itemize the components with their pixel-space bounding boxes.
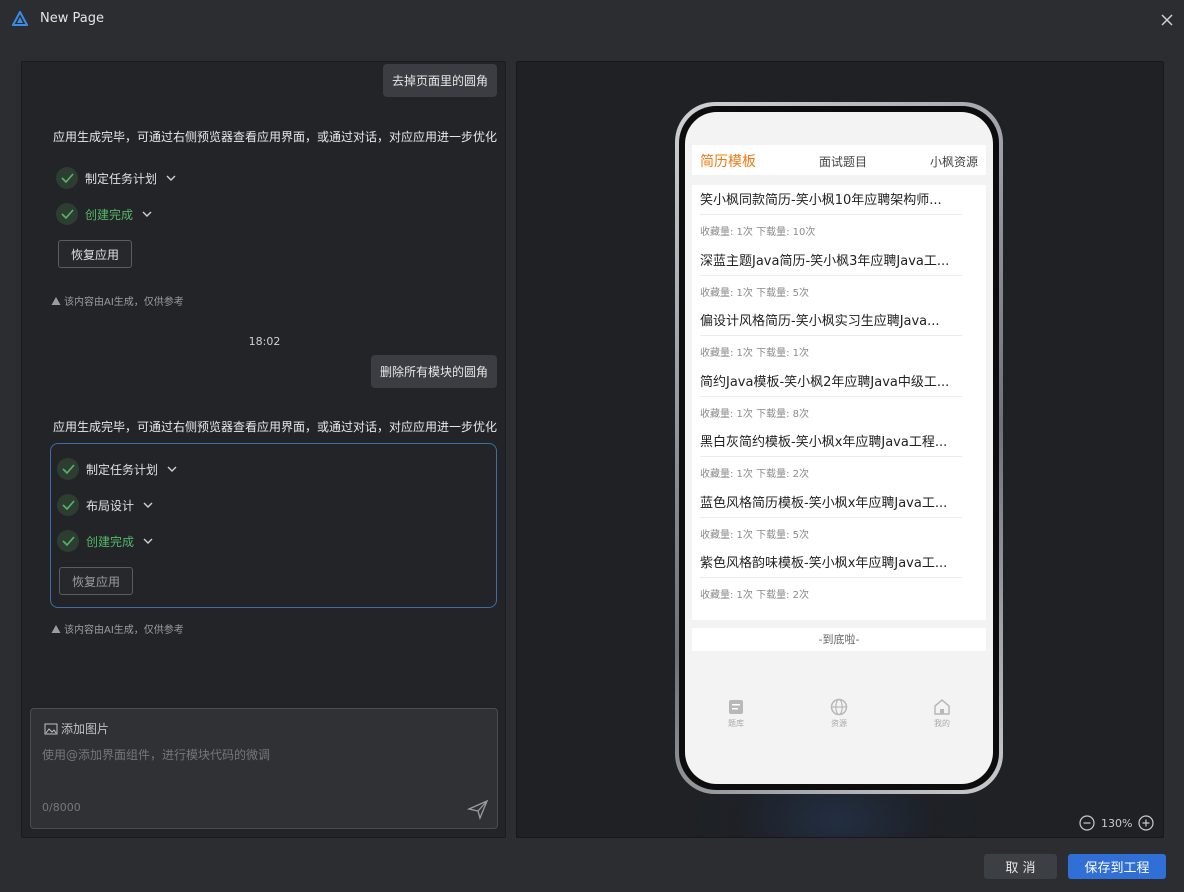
step-plan[interactable]: 制定任务计划 [56,164,177,192]
step-label: 制定任务计划 [85,171,158,186]
item-meta: 收藏量: 1次 下载量: 2次 [700,469,809,480]
check-icon [56,203,78,225]
item-meta: 收藏量: 1次 下载量: 2次 [700,590,809,601]
item-meta: 收藏量: 1次 下载量: 5次 [700,530,809,541]
list-item[interactable]: 笑小枫同款简历-笑小枫10年应聘架构师... 收藏量: 1次 下载量: 10次 [700,187,962,238]
tab-resources[interactable]: 小枫资源 [930,153,978,170]
app-logo-icon [12,11,28,26]
ai-message: 应用生成完毕，可通过右侧预览器查看应用界面，或通过对话，对应应用进一步优化 [53,420,498,434]
item-meta: 收藏量: 1次 下载量: 5次 [700,288,809,299]
zoom-control: 130% [1079,815,1155,831]
end-of-list: -到底啦- [692,628,986,651]
chevron-down-icon[interactable] [165,172,177,184]
item-meta: 收藏量: 1次 下载量: 10次 [700,227,816,238]
step-plan[interactable]: 制定任务计划 [57,455,178,483]
chevron-down-icon[interactable] [141,208,153,220]
close-icon[interactable] [1158,11,1176,29]
bottom-nav: 题库 资源 我的 [685,698,991,748]
tab-bar: 简历模板 面试题目 小枫资源 [692,145,986,175]
zoom-in-icon[interactable] [1138,815,1155,831]
step-label: 创建完成 [86,534,135,549]
item-title: 笑小枫同款简历-笑小枫10年应聘架构师... [700,187,962,215]
message-composer[interactable]: 添加图片 使用@添加界面组件，进行模块代码的微调 0/8000 [30,708,498,829]
tab-interview-questions[interactable]: 面试题目 [819,153,867,170]
step-label: 布局设计 [86,498,135,513]
item-title: 深蓝主题Java简历-笑小枫3年应聘Java工... [700,248,962,276]
window-title: New Page [40,11,104,26]
phone-frame: 简历模板 面试题目 小枫资源 笑小枫同款简历-笑小枫10年应聘架构师... 收藏量… [675,102,1003,794]
item-title: 简约Java模板-笑小枫2年应聘Java中级工... [700,369,962,397]
composer-input[interactable]: 使用@添加界面组件，进行模块代码的微调 [42,746,270,763]
restore-app-button[interactable]: 恢复应用 [59,567,133,595]
char-counter: 0/8000 [42,801,81,814]
list-item[interactable]: 简约Java模板-笑小枫2年应聘Java中级工... 收藏量: 1次 下载量: 8… [700,369,962,420]
chevron-down-icon[interactable] [166,463,178,475]
list-item[interactable]: 深蓝主题Java简历-笑小枫3年应聘Java工... 收藏量: 1次 下载量: 5… [700,248,962,299]
zoom-level: 130% [1101,816,1133,830]
item-title: 偏设计风格简历-笑小枫实习生应聘Java... [700,308,962,336]
chevron-down-icon[interactable] [142,535,154,547]
phone-screen: 简历模板 面试题目 小枫资源 笑小枫同款简历-笑小枫10年应聘架构师... 收藏量… [685,112,993,784]
warning-icon [51,624,61,633]
item-meta: 收藏量: 1次 下载量: 1次 [700,348,809,359]
save-to-project-button[interactable]: 保存到工程 [1068,854,1166,879]
warning-icon [51,296,61,305]
add-image-label: 添加图片 [61,722,110,736]
timestamp: 18:02 [248,335,281,348]
ai-message: 应用生成完毕，可通过右侧预览器查看应用界面，或通过对话，对应应用进一步优化 [53,130,498,144]
ai-disclaimer: 该内容由AI生成，仅供参考 [51,621,184,636]
cancel-button[interactable]: 取 消 [984,854,1057,879]
nav-label: 题库 [728,719,744,728]
item-title: 蓝色风格简历模板-笑小枫x年应聘Java工... [700,490,962,518]
user-message: 去掉页面里的圆角 [382,64,497,97]
nav-label: 我的 [934,719,950,728]
step-layout[interactable]: 布局设计 [57,491,154,519]
user-message: 删除所有模块的圆角 [370,355,497,388]
nav-question-bank[interactable]: 题库 [716,698,756,729]
question-bank-icon [729,700,743,714]
check-icon [57,458,79,480]
check-icon [57,494,79,516]
list-item[interactable]: 蓝色风格简历模板-笑小枫x年应聘Java工... 收藏量: 1次 下载量: 5次 [700,490,962,541]
list-item[interactable]: 黑白灰简约模板-笑小枫x年应聘Java工程... 收藏量: 1次 下载量: 2次 [700,429,962,480]
list-item[interactable]: 紫色风格韵味模板-笑小枫x年应聘Java工... 收藏量: 1次 下载量: 2次 [700,550,962,601]
chat-panel: 去掉页面里的圆角 应用生成完毕，可通过右侧预览器查看应用界面，或通过对话，对应应… [21,61,506,838]
check-icon [57,530,79,552]
step-label: 制定任务计划 [86,462,159,477]
zoom-out-icon[interactable] [1079,815,1095,831]
step-done[interactable]: 创建完成 [56,200,153,228]
item-meta: 收藏量: 1次 下载量: 8次 [700,409,809,420]
ai-disclaimer: 该内容由AI生成，仅供参考 [51,293,184,308]
chevron-down-icon[interactable] [142,499,154,511]
nav-mine[interactable]: 我的 [922,698,962,729]
home-icon [934,699,950,715]
item-title: 紫色风格韵味模板-笑小枫x年应聘Java工... [700,550,962,578]
add-image-button[interactable]: 添加图片 [44,720,109,737]
template-list: 笑小枫同款简历-笑小枫10年应聘架构师... 收藏量: 1次 下载量: 10次 深… [692,185,986,620]
nav-label: 资源 [831,719,847,728]
list-item[interactable]: 偏设计风格简历-笑小枫实习生应聘Java... 收藏量: 1次 下载量: 1次 [700,308,962,359]
globe-icon [830,698,848,716]
image-icon [44,723,58,734]
preview-panel: 简历模板 面试题目 小枫资源 笑小枫同款简历-笑小枫10年应聘架构师... 收藏量… [516,61,1164,838]
check-icon [56,167,78,189]
tab-resume-templates[interactable]: 简历模板 [700,151,756,171]
nav-resources[interactable]: 资源 [819,698,859,729]
step-label: 创建完成 [85,207,134,222]
ai-disclaimer-text: 该内容由AI生成，仅供参考 [64,297,184,308]
restore-app-button[interactable]: 恢复应用 [58,240,132,268]
send-icon[interactable] [467,798,489,820]
item-title: 黑白灰简约模板-笑小枫x年应聘Java工程... [700,429,962,457]
step-done[interactable]: 创建完成 [57,527,154,555]
title-bar: New Page [0,0,1184,40]
ai-disclaimer-text: 该内容由AI生成，仅供参考 [64,625,184,636]
